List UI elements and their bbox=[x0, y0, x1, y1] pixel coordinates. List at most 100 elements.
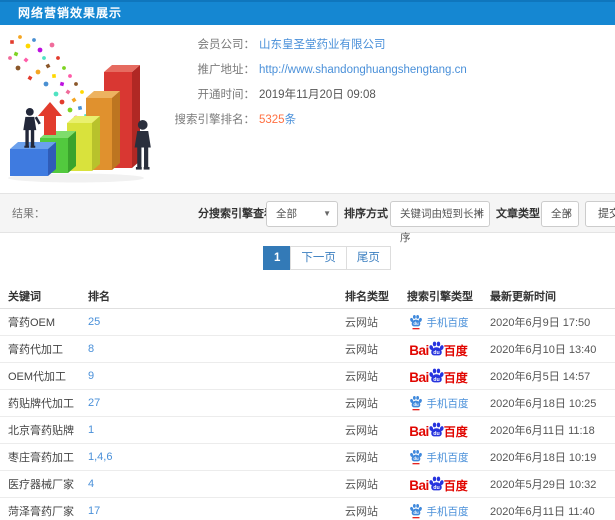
mobile-baidu-logo: du 手机百度 bbox=[409, 314, 469, 330]
member-info: 会员公司： 山东皇圣堂药业有限公司 推广地址： http://www.shand… bbox=[170, 33, 467, 133]
rank-type-cell: 云网站 bbox=[345, 425, 378, 437]
rank-link[interactable]: 4 bbox=[88, 478, 94, 490]
mobile-baidu-logo: du 手机百度 bbox=[409, 449, 469, 465]
baidu-logo-suffix: 百度 bbox=[443, 371, 468, 385]
filter-bar: 结果： 分搜索引擎查看 全部 ▼ 排序方式 关键词由短到长排序 ▼ 文章类型 全… bbox=[0, 193, 615, 244]
rank-type-cell: 云网站 bbox=[345, 344, 378, 356]
mobile-baidu-du: du bbox=[413, 321, 419, 326]
col-header-rank: 排名 bbox=[88, 290, 110, 303]
table-row: 北京膏药贴牌 1 云网站 Bai du 百度 2020年6月11日 11:18 bbox=[0, 417, 615, 444]
up-arrow-icon bbox=[38, 102, 62, 135]
updated-time-cell: 2020年5月29日 10:32 bbox=[490, 479, 597, 491]
engine-cell: Bai du 百度 bbox=[395, 421, 482, 439]
rank-link[interactable]: 25 bbox=[88, 316, 100, 328]
submit-button[interactable]: 提交 bbox=[585, 201, 615, 227]
mobile-baidu-label: 手机百度 bbox=[426, 316, 469, 329]
last-page-button[interactable]: 尾页 bbox=[345, 246, 391, 270]
rank-link[interactable]: 27 bbox=[88, 397, 100, 409]
updated-time-cell: 2020年6月10日 13:40 bbox=[490, 344, 597, 356]
caret-down-icon: ▼ bbox=[323, 209, 331, 218]
rank-link[interactable]: 1,4,6 bbox=[88, 451, 112, 463]
rank-type-cell: 云网站 bbox=[345, 452, 378, 464]
promo-url-link[interactable]: http://www.shandonghuangshengtang.cn bbox=[259, 58, 467, 83]
company-link[interactable]: 山东皇圣堂药业有限公司 bbox=[259, 33, 386, 58]
sort-selected: 关键词由短到长排序 bbox=[400, 208, 484, 244]
mobile-baidu-logo: du 手机百度 bbox=[409, 503, 469, 519]
col-header-updated: 最新更新时间 bbox=[490, 290, 556, 303]
engine-cell: du 手机百度 bbox=[395, 395, 482, 411]
baidu-paw-icon: du bbox=[429, 476, 444, 491]
baidu-paw-icon: du bbox=[409, 315, 422, 330]
mobile-baidu-label: 手机百度 bbox=[426, 397, 469, 410]
engine-rank-label: 搜索引擎排名： bbox=[174, 114, 256, 126]
col-header-rank-type: 排名类型 bbox=[345, 290, 389, 303]
updated-time-cell: 2020年6月18日 10:19 bbox=[490, 452, 597, 464]
title-bar: 网络营销效果展示 bbox=[0, 0, 615, 25]
engine-cell: Bai du 百度 bbox=[395, 367, 482, 385]
rank-link[interactable]: 9 bbox=[88, 370, 94, 382]
sort-select[interactable]: 关键词由短到长排序 ▼ bbox=[390, 201, 490, 244]
rank-link[interactable]: 17 bbox=[88, 505, 100, 517]
sort-label: 排序方式 bbox=[344, 208, 388, 220]
baidu-logo-prefix: Bai bbox=[409, 478, 429, 493]
baidu-logo: Bai du 百度 bbox=[409, 340, 468, 358]
updated-time-cell: 2020年6月5日 14:57 bbox=[490, 371, 591, 383]
next-page-button[interactable]: 下一页 bbox=[290, 246, 347, 270]
results-table: 关键词 排名 排名类型 搜索引擎类型 最新更新时间 膏药OEM 25 云网站 d… bbox=[0, 283, 615, 520]
keyword-cell: 菏泽膏药厂家 bbox=[8, 506, 74, 518]
mobile-baidu-du: du bbox=[413, 402, 419, 407]
baidu-logo-prefix: Bai bbox=[409, 370, 429, 385]
page-number-current[interactable]: 1 bbox=[263, 246, 292, 270]
keyword-cell: 膏药OEM bbox=[8, 317, 56, 329]
table-row: 医疗器械厂家 4 云网站 Bai du 百度 2020年5月29日 10:32 bbox=[0, 471, 615, 498]
growth-chart-illustration bbox=[4, 32, 184, 184]
engine-cell: Bai du 百度 bbox=[395, 340, 482, 358]
baidu-paw-icon: du bbox=[429, 422, 444, 437]
mobile-baidu-logo: du 手机百度 bbox=[409, 395, 469, 411]
caret-down-icon: ▼ bbox=[564, 209, 572, 218]
open-time-row: 开通时间： 2019年11月20日 09:08 bbox=[170, 83, 467, 108]
engine-cell: du 手机百度 bbox=[395, 503, 482, 519]
promo-url-row: 推广地址： http://www.shandonghuangshengtang.… bbox=[170, 58, 467, 83]
businessman-left bbox=[23, 108, 41, 148]
baidu-logo-du: du bbox=[433, 485, 439, 491]
engine-view-label: 分搜索引擎查看 bbox=[198, 208, 275, 220]
keyword-cell: 枣庄膏药加工 bbox=[8, 452, 74, 464]
baidu-logo: Bai du 百度 bbox=[409, 367, 468, 385]
engine-cell: du 手机百度 bbox=[395, 449, 482, 465]
table-row: 膏药代加工 8 云网站 Bai du 百度 2020年6月10日 13:40 bbox=[0, 336, 615, 363]
mobile-baidu-du: du bbox=[413, 456, 419, 461]
rank-type-cell: 云网站 bbox=[345, 479, 378, 491]
result-label: 结果： bbox=[12, 208, 45, 220]
open-time-label: 开通时间： bbox=[197, 89, 256, 101]
rank-link[interactable]: 1 bbox=[88, 424, 94, 436]
table-row: 枣庄膏药加工 1,4,6 云网站 du 手机百度 2020年6月18日 10:1… bbox=[0, 444, 615, 471]
updated-time-cell: 2020年6月18日 10:25 bbox=[490, 398, 597, 410]
rank-type-cell: 云网站 bbox=[345, 398, 378, 410]
engine-cell: du 手机百度 bbox=[395, 314, 482, 330]
article-type-label: 文章类型 bbox=[496, 208, 540, 220]
rank-count: 5325 bbox=[259, 114, 285, 126]
company-label: 会员公司： bbox=[197, 39, 256, 51]
updated-time-cell: 2020年6月9日 17:50 bbox=[490, 317, 591, 329]
promo-url-label: 推广地址： bbox=[197, 64, 256, 76]
table-row: 药贴牌代加工 27 云网站 du 手机百度 2020年6月18日 10:25 bbox=[0, 390, 615, 417]
rank-count-suffix: 条 bbox=[284, 114, 297, 126]
updated-time-cell: 2020年6月11日 11:40 bbox=[490, 506, 595, 518]
rank-type-cell: 云网站 bbox=[345, 506, 378, 518]
baidu-logo-suffix: 百度 bbox=[443, 425, 468, 439]
keyword-cell: 北京膏药贴牌 bbox=[8, 425, 74, 437]
rank-link[interactable]: 8 bbox=[88, 343, 94, 355]
col-header-keyword: 关键词 bbox=[8, 290, 41, 303]
engine-rank-row: 搜索引擎排名： 5325条 bbox=[170, 108, 467, 133]
baidu-logo-prefix: Bai bbox=[409, 424, 429, 439]
table-row: OEM代加工 9 云网站 Bai du 百度 2020年6月5日 14:57 bbox=[0, 363, 615, 390]
table-header-row: 关键词 排名 排名类型 搜索引擎类型 最新更新时间 bbox=[0, 283, 615, 309]
table-body: 膏药OEM 25 云网站 du 手机百度 2020年6月9日 17:50 膏药代… bbox=[0, 309, 615, 520]
engine-view-selected: 全部 bbox=[276, 208, 297, 220]
baidu-paw-icon: du bbox=[409, 396, 422, 411]
updated-time-cell: 2020年6月11日 11:18 bbox=[490, 425, 595, 437]
engine-view-select[interactable]: 全部 ▼ bbox=[266, 201, 338, 227]
article-type-select[interactable]: 全部 ▼ bbox=[541, 201, 579, 227]
caret-down-icon: ▼ bbox=[475, 209, 483, 218]
